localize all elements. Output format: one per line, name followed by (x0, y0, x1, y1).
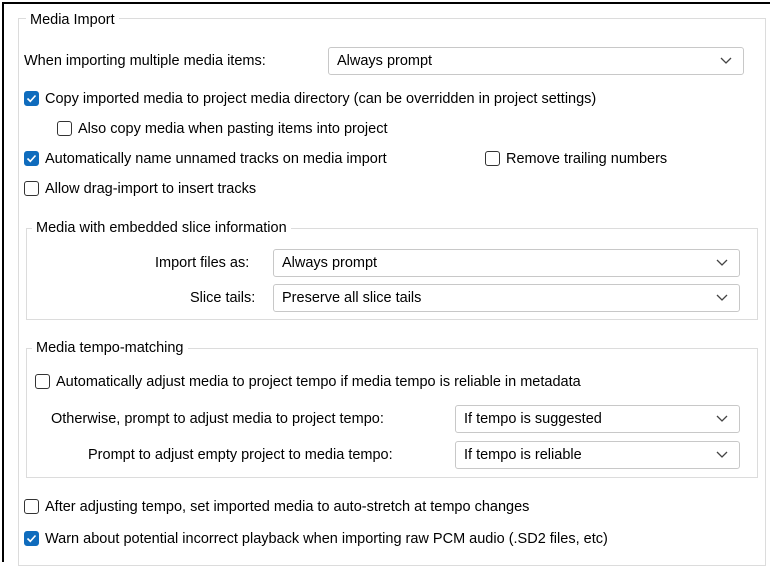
copy-to-project-dir-label: Copy imported media to project media dir… (45, 91, 597, 107)
empty-project-prompt-dropdown[interactable]: If tempo is reliable (455, 441, 740, 469)
slice-tails-value: Preserve all slice tails (282, 290, 422, 306)
empty-project-prompt-label: Prompt to adjust empty project to media … (88, 447, 393, 463)
checkbox-checked-icon (24, 151, 39, 166)
copy-when-pasting-checkbox[interactable]: Also copy media when pasting items into … (57, 120, 457, 140)
auto-adjust-tempo-label: Automatically adjust media to project te… (56, 374, 581, 390)
import-files-as-value: Always prompt (282, 255, 378, 271)
import-files-as-label: Import files as: (155, 255, 250, 271)
copy-when-pasting-label: Also copy media when pasting items into … (78, 121, 388, 137)
slice-tails-dropdown[interactable]: Preserve all slice tails (273, 284, 740, 312)
copy-to-project-dir-checkbox[interactable]: Copy imported media to project media dir… (24, 90, 714, 110)
remove-trailing-numbers-checkbox[interactable]: Remove trailing numbers (485, 150, 705, 170)
remove-trailing-numbers-label: Remove trailing numbers (506, 151, 668, 167)
empty-project-prompt-value: If tempo is reliable (464, 447, 582, 463)
checkbox-unchecked-icon (485, 151, 500, 166)
media-import-legend: Media Import (26, 11, 119, 29)
checkbox-unchecked-icon (24, 499, 39, 514)
otherwise-prompt-value: If tempo is suggested (464, 411, 602, 427)
warn-raw-pcm-checkbox[interactable]: Warn about potential incorrect playback … (24, 530, 744, 550)
checkbox-checked-icon (24, 91, 39, 106)
otherwise-prompt-label: Otherwise, prompt to adjust media to pro… (51, 411, 384, 427)
multiple-items-value: Always prompt (337, 53, 433, 69)
auto-name-tracks-label: Automatically name unnamed tracks on med… (45, 151, 387, 167)
multiple-items-label: When importing multiple media items: (24, 53, 266, 69)
multiple-items-dropdown[interactable]: Always prompt (328, 47, 744, 75)
drag-import-insert-checkbox[interactable]: Allow drag-import to insert tracks (24, 180, 324, 200)
preferences-panel: Media Import When importing multiple med… (2, 2, 770, 566)
slice-info-legend: Media with embedded slice information (32, 219, 291, 237)
checkbox-unchecked-icon (35, 374, 50, 389)
warn-raw-pcm-label: Warn about potential incorrect playback … (45, 531, 608, 547)
auto-adjust-tempo-checkbox[interactable]: Automatically adjust media to project te… (35, 373, 725, 393)
auto-stretch-label: After adjusting tempo, set imported medi… (45, 499, 530, 515)
import-files-as-dropdown[interactable]: Always prompt (273, 249, 740, 277)
drag-import-insert-label: Allow drag-import to insert tracks (45, 181, 257, 197)
slice-tails-label: Slice tails: (190, 290, 256, 306)
chevron-down-icon (716, 415, 728, 422)
chevron-down-icon (720, 57, 732, 64)
auto-stretch-checkbox[interactable]: After adjusting tempo, set imported medi… (24, 498, 714, 518)
otherwise-prompt-dropdown[interactable]: If tempo is suggested (455, 405, 740, 433)
tempo-matching-legend: Media tempo-matching (32, 339, 188, 357)
chevron-down-icon (716, 259, 728, 266)
chevron-down-icon (716, 294, 728, 301)
checkbox-checked-icon (24, 531, 39, 546)
checkbox-unchecked-icon (24, 181, 39, 196)
checkbox-unchecked-icon (57, 121, 72, 136)
chevron-down-icon (716, 451, 728, 458)
auto-name-tracks-checkbox[interactable]: Automatically name unnamed tracks on med… (24, 150, 464, 170)
